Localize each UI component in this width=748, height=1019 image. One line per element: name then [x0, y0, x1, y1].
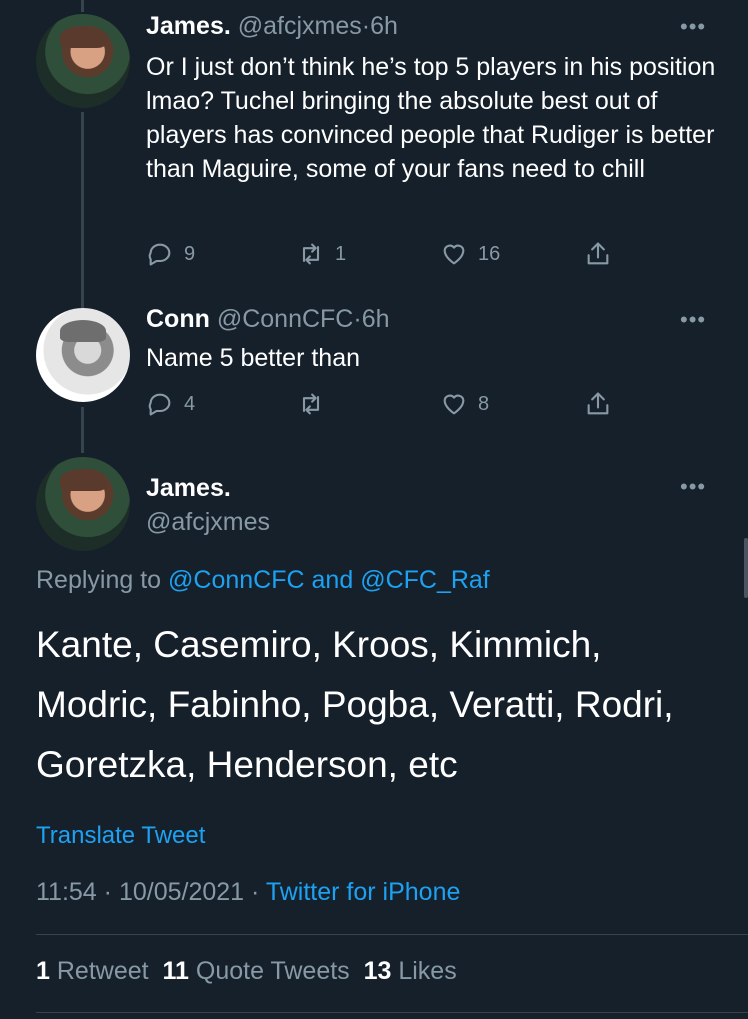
reply-icon [148, 393, 171, 416]
more-options-icon[interactable]: ••• [680, 474, 706, 500]
tweet-text: Or I just don’t think he’s top 5 players… [146, 53, 716, 183]
timestamp[interactable]: 6h [362, 305, 390, 333]
thread-line-top [81, 0, 84, 12]
display-name[interactable]: James. [146, 12, 231, 40]
tweet-header: James. @afcjxmes·6h [146, 12, 398, 40]
retweet-button[interactable] [297, 390, 335, 418]
reply-icon [148, 243, 171, 266]
user-handle[interactable]: @afcjxmes [238, 12, 362, 40]
user-handle[interactable]: @afcjxmes [146, 508, 270, 537]
reply-button[interactable]: 4 [146, 390, 195, 418]
engagement-stats: 1 Retweet 11 Quote Tweets 13 Likes [36, 957, 457, 986]
timestamp[interactable]: 6h [370, 12, 398, 40]
avatar[interactable] [36, 14, 130, 108]
tweet-text: Name 5 better than [146, 344, 361, 372]
share-button[interactable] [584, 240, 622, 268]
replying-to: Replying to @ConnCFC and @CFC_Raf [36, 566, 490, 594]
heart-icon [443, 244, 465, 265]
display-name[interactable]: Conn [146, 305, 210, 333]
divider [36, 1012, 748, 1013]
translate-tweet-link[interactable]: Translate Tweet [36, 822, 205, 850]
avatar[interactable] [36, 457, 130, 551]
reply-count: 4 [184, 392, 196, 415]
divider [36, 934, 748, 935]
avatar[interactable] [36, 308, 130, 402]
more-options-icon[interactable]: ••• [680, 307, 706, 333]
more-options-icon[interactable]: ••• [680, 14, 706, 40]
tweet-source[interactable]: Twitter for iPhone [266, 878, 461, 906]
retweet-icon [302, 393, 320, 415]
retweets-stat[interactable]: 1 Retweet [36, 957, 149, 985]
retweet-button[interactable]: 1 [297, 240, 346, 268]
like-count: 8 [478, 392, 490, 415]
tweet-text: Kante, Casemiro, Kroos, Kimmich, Modric,… [36, 624, 674, 785]
user-handle[interactable]: @ConnCFC [217, 305, 354, 333]
heart-icon [443, 394, 465, 415]
mention-link[interactable]: @CFC_Raf [360, 566, 490, 594]
reply-count: 9 [184, 242, 196, 265]
reply-button[interactable]: 9 [146, 240, 195, 268]
tweet-date: 10/05/2021 [118, 878, 245, 906]
share-icon [587, 242, 609, 265]
retweet-icon [302, 243, 320, 265]
like-count: 16 [478, 242, 501, 265]
share-icon [587, 392, 609, 415]
tweet-meta: 11:54 · 10/05/2021 · Twitter for iPhone [36, 878, 461, 906]
tweet-time: 11:54 [36, 878, 97, 906]
share-button[interactable] [584, 390, 622, 418]
likes-stat[interactable]: 13 Likes [364, 957, 457, 985]
retweet-count: 1 [335, 242, 347, 265]
tweet-header: Conn @ConnCFC·6h [146, 305, 390, 333]
mention-link[interactable]: @ConnCFC [168, 566, 305, 594]
like-button[interactable]: 8 [440, 390, 489, 418]
like-button[interactable]: 16 [440, 240, 500, 268]
display-name[interactable]: James. [146, 474, 231, 503]
scrollbar[interactable] [744, 538, 748, 598]
quote-tweets-stat[interactable]: 11 Quote Tweets [162, 957, 349, 985]
thread-line-1 [81, 112, 84, 308]
thread-line-2 [81, 407, 84, 453]
